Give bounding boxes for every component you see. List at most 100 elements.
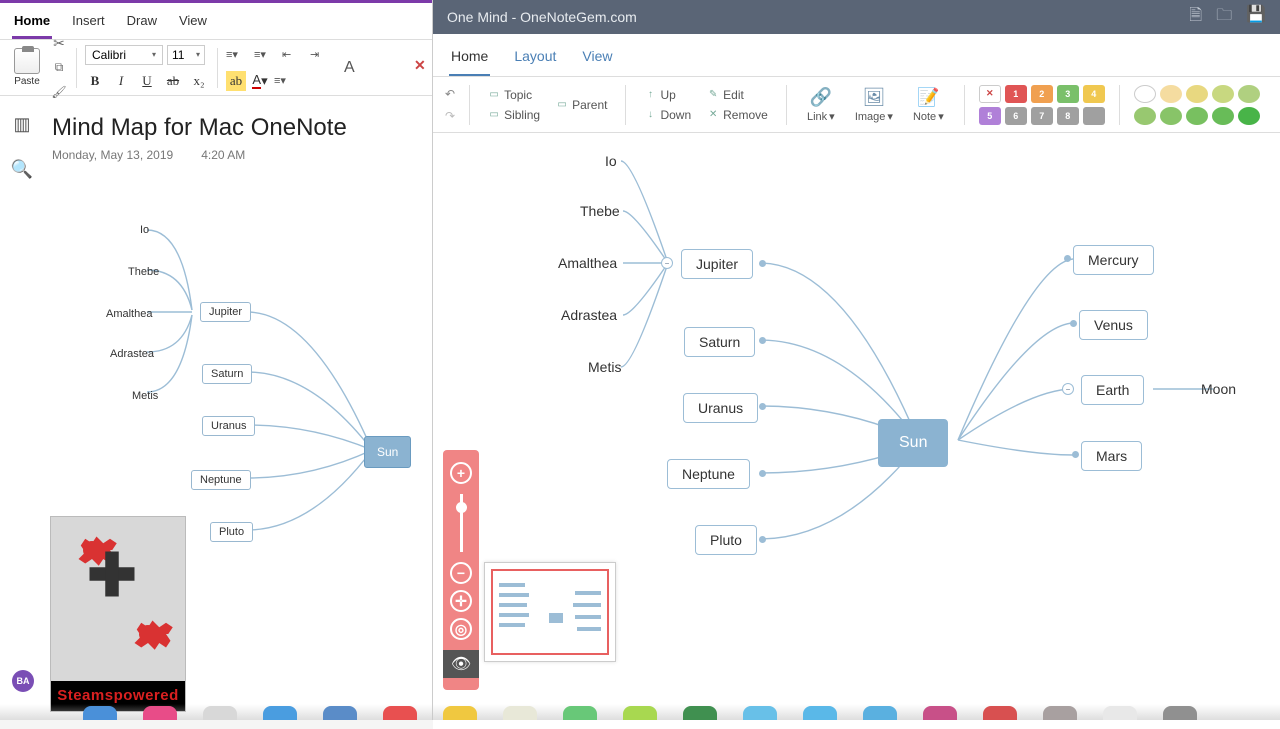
node-pluto[interactable]: Pluto [695, 525, 757, 555]
progress-cell[interactable] [1186, 85, 1208, 103]
document-icon[interactable]: 🗎 [1189, 4, 1202, 31]
subscript-button[interactable]: x₂ [189, 71, 209, 91]
leaf-amalthea[interactable]: Amalthea [558, 255, 617, 271]
node-sun[interactable]: Sun [878, 419, 948, 467]
progress-cell[interactable] [1160, 107, 1182, 125]
folder-icon[interactable]: 🗀 [1216, 4, 1232, 31]
page-title[interactable]: Mind Map for Mac OneNote [52, 114, 420, 142]
priority-8[interactable]: 8 [1057, 107, 1079, 125]
dock-app[interactable] [323, 706, 357, 720]
onemind-tab-view[interactable]: View [580, 42, 614, 76]
progress-done[interactable] [1238, 107, 1260, 125]
paste-button[interactable]: Paste [8, 46, 46, 89]
minimap-viewport[interactable] [491, 569, 609, 655]
save-icon[interactable]: 💾 [1246, 4, 1266, 31]
node-jupiter[interactable]: Jupiter [681, 249, 753, 279]
dock-app[interactable] [83, 706, 117, 720]
dock-app[interactable] [503, 706, 537, 720]
up-button[interactable]: ↑Up [640, 87, 695, 103]
zoom-center-button[interactable]: ◎ [450, 618, 472, 640]
progress-cell[interactable] [1212, 107, 1234, 125]
remove-button[interactable]: ✕Remove [703, 107, 772, 123]
topic-button[interactable]: ▭Topic [484, 87, 544, 103]
notebooks-icon[interactable]: ▥ [13, 114, 30, 135]
priority-2[interactable]: 2 [1031, 85, 1053, 103]
zoom-out-button[interactable]: − [450, 562, 472, 584]
italic-button[interactable]: I [111, 71, 131, 91]
steamspowered-widget[interactable]: Steamspowered [50, 516, 186, 712]
dock-app[interactable] [863, 706, 897, 720]
strikethrough-button[interactable]: ab [163, 71, 183, 91]
node-neptune[interactable]: Neptune [667, 459, 750, 489]
dock-app[interactable] [983, 706, 1017, 720]
image-button[interactable]: 🖼Image ▾ [849, 86, 899, 123]
progress-cell[interactable] [1134, 107, 1156, 125]
dock-app[interactable] [1163, 706, 1197, 720]
font-size-select[interactable]: 11▾ [167, 45, 205, 65]
priority-3[interactable]: 3 [1057, 85, 1079, 103]
progress-cell[interactable] [1160, 85, 1182, 103]
dock-app[interactable] [443, 706, 477, 720]
cut-icon[interactable]: ✂ [50, 35, 68, 53]
collapse-toggle[interactable]: − [1062, 383, 1074, 395]
dock-app[interactable] [623, 706, 657, 720]
zoom-slider[interactable] [460, 494, 463, 552]
priority-clear[interactable]: ✕ [979, 85, 1001, 103]
search-icon[interactable]: 🔍 [11, 159, 33, 180]
dock-app[interactable] [203, 706, 237, 720]
node-saturn[interactable]: Saturn [684, 327, 755, 357]
priority-9[interactable] [1083, 107, 1105, 125]
numbered-list-button[interactable]: ≡▾ [254, 45, 278, 65]
tab-view[interactable]: View [177, 9, 209, 39]
copy-icon[interactable]: ⧉ [50, 59, 68, 77]
leaf-thebe[interactable]: Thebe [580, 203, 620, 219]
leaf-io[interactable]: Io [605, 153, 617, 169]
undo-icon[interactable]: ↶ [445, 87, 455, 101]
font-color-button[interactable]: A▾ [250, 71, 270, 91]
tab-draw[interactable]: Draw [125, 9, 159, 39]
progress-cell[interactable] [1238, 85, 1260, 103]
tab-home[interactable]: Home [12, 9, 52, 39]
priority-7[interactable]: 7 [1031, 107, 1053, 125]
dock-app[interactable] [1043, 706, 1077, 720]
indent-button[interactable]: ⇥ [310, 45, 334, 65]
leaf-moon[interactable]: Moon [1201, 381, 1236, 397]
progress-cell[interactable] [1212, 85, 1234, 103]
dock-app[interactable] [743, 706, 777, 720]
redo-icon[interactable]: ↷ [445, 109, 455, 123]
dock-app[interactable] [563, 706, 597, 720]
dock-app[interactable] [803, 706, 837, 720]
progress-cell[interactable] [1186, 107, 1208, 125]
priority-6[interactable]: 6 [1005, 107, 1027, 125]
onemind-tab-home[interactable]: Home [449, 42, 490, 76]
dock-app[interactable] [143, 706, 177, 720]
bold-button[interactable]: B [85, 71, 105, 91]
down-button[interactable]: ↓Down [640, 107, 695, 123]
dock-app[interactable] [1103, 706, 1137, 720]
parent-button[interactable]: ▭Parent [552, 97, 611, 113]
node-earth[interactable]: Earth [1081, 375, 1144, 405]
minimap-panel[interactable] [484, 562, 616, 662]
priority-5[interactable]: 5 [979, 107, 1001, 125]
link-button[interactable]: 🔗Link ▾ [801, 86, 841, 123]
sibling-button[interactable]: ▭Sibling [484, 107, 544, 123]
note-button[interactable]: 📝Note ▾ [907, 86, 950, 123]
progress-clear[interactable] [1134, 85, 1156, 103]
styles-button[interactable]: A [344, 59, 355, 77]
node-mercury[interactable]: Mercury [1073, 245, 1154, 275]
bullet-list-button[interactable]: ≡▾ [226, 45, 250, 65]
collapse-toggle[interactable]: − [661, 257, 673, 269]
dock-app[interactable] [923, 706, 957, 720]
priority-1[interactable]: 1 [1005, 85, 1027, 103]
node-mars[interactable]: Mars [1081, 441, 1142, 471]
dock-app[interactable] [383, 706, 417, 720]
underline-button[interactable]: U [137, 71, 157, 91]
node-uranus[interactable]: Uranus [683, 393, 758, 423]
zoom-fit-button[interactable]: ✛ [450, 590, 472, 612]
leaf-metis[interactable]: Metis [588, 359, 621, 375]
zoom-in-button[interactable]: + [450, 462, 472, 484]
onemind-tab-layout[interactable]: Layout [512, 42, 558, 76]
leaf-adrastea[interactable]: Adrastea [561, 307, 617, 323]
highlight-button[interactable]: ab [226, 71, 246, 91]
outdent-button[interactable]: ⇤ [282, 45, 306, 65]
